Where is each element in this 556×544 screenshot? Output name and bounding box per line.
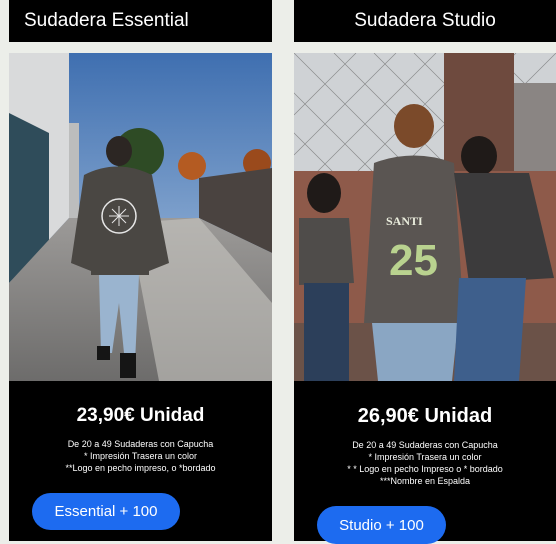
product-image-studio: SANTI 25 bbox=[294, 53, 556, 381]
product-info-essential: 23,90€ Unidad De 20 a 49 Sudaderas con C… bbox=[9, 381, 272, 541]
description-line: ***Nombre en Espalda bbox=[379, 476, 471, 486]
description-line: De 20 a 49 Sudaderas con Capucha bbox=[352, 440, 498, 450]
product-title-studio: Sudadera Studio bbox=[294, 0, 556, 42]
hoodie-print-number: 25 bbox=[389, 236, 438, 285]
product-title-essential: Sudadera Essential bbox=[9, 0, 272, 42]
product-price: 23,90€ Unidad bbox=[76, 405, 205, 426]
essential-100-button[interactable]: Essential + 100 bbox=[32, 493, 180, 530]
description-line: * Impresión Trasera un color bbox=[83, 451, 198, 461]
product-description: De 20 a 49 Sudaderas con Capucha * Impre… bbox=[294, 439, 556, 487]
product-description: De 20 a 49 Sudaderas con Capucha * Impre… bbox=[9, 438, 272, 474]
description-line: * * Logo en pecho Impreso o * bordado bbox=[347, 464, 503, 474]
description-line: **Logo en pecho impreso, o *bordado bbox=[65, 463, 216, 473]
product-title-text: Sudadera Studio bbox=[354, 10, 496, 31]
hoodie-print-name: SANTI bbox=[386, 214, 423, 228]
product-image-essential bbox=[9, 53, 272, 381]
product-info-studio: 26,90€ Unidad De 20 a 49 Sudaderas con C… bbox=[294, 381, 556, 544]
description-line: * Impresión Trasera un color bbox=[368, 452, 482, 462]
studio-100-button[interactable]: Studio + 100 bbox=[317, 506, 446, 544]
product-price: 26,90€ Unidad bbox=[357, 405, 493, 427]
description-line: De 20 a 49 Sudaderas con Capucha bbox=[67, 439, 214, 449]
product-title-text: Sudadera Essential bbox=[24, 10, 189, 31]
